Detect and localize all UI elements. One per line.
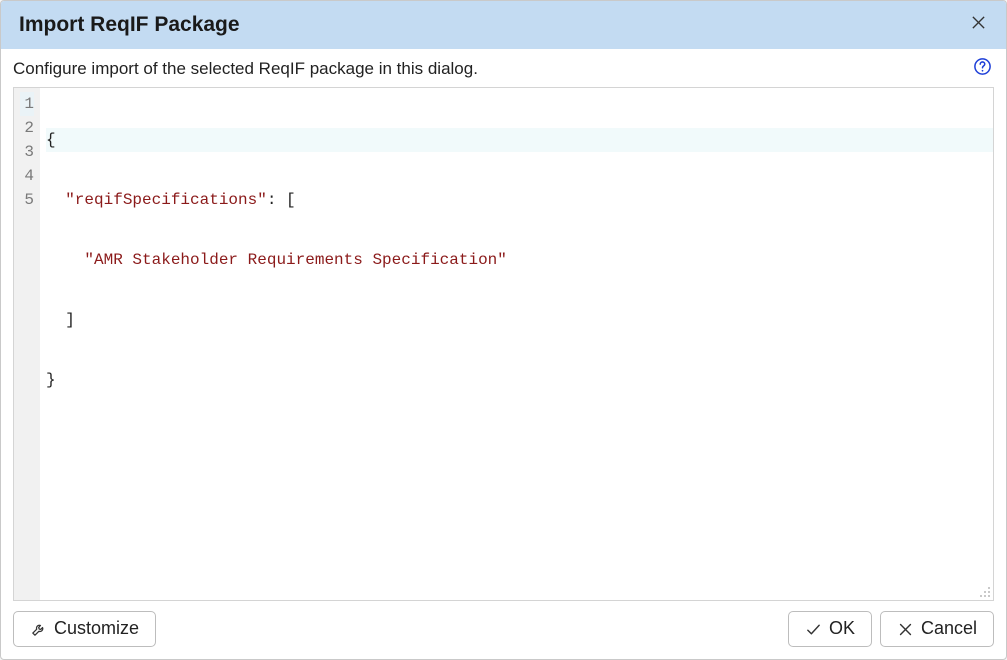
line-number: 1 xyxy=(20,92,34,116)
help-button[interactable] xyxy=(972,59,992,79)
line-number: 2 xyxy=(20,116,34,140)
wrench-icon xyxy=(30,621,47,638)
code-line: { xyxy=(46,128,993,152)
code-line: "AMR Stakeholder Requirements Specificat… xyxy=(46,248,993,272)
x-icon xyxy=(897,621,914,638)
ok-button[interactable]: OK xyxy=(788,611,872,647)
editor-content[interactable]: { "reqifSpecifications": [ "AMR Stakehol… xyxy=(40,88,993,600)
code-line: ] xyxy=(46,308,993,332)
dialog-footer: Customize OK Cancel xyxy=(1,601,1006,659)
line-number: 3 xyxy=(20,140,34,164)
check-icon xyxy=(805,621,822,638)
import-reqif-dialog: Import ReqIF Package Configure import of… xyxy=(0,0,1007,660)
customize-button[interactable]: Customize xyxy=(13,611,156,647)
description-bar: Configure import of the selected ReqIF p… xyxy=(1,49,1006,87)
ok-button-label: OK xyxy=(829,618,855,640)
close-icon xyxy=(971,15,986,35)
code-line: } xyxy=(46,368,993,392)
resize-grip-icon xyxy=(977,585,991,602)
cancel-button-label: Cancel xyxy=(921,618,977,640)
titlebar: Import ReqIF Package xyxy=(1,1,1006,49)
line-number: 4 xyxy=(20,164,34,188)
dialog-title: Import ReqIF Package xyxy=(19,13,240,37)
close-button[interactable] xyxy=(964,11,992,39)
help-icon xyxy=(973,57,992,81)
dialog-description: Configure import of the selected ReqIF p… xyxy=(13,59,478,79)
json-editor[interactable]: 1 2 3 4 5 { "reqifSpecifications": [ "AM… xyxy=(13,87,994,601)
code-line: "reqifSpecifications": [ xyxy=(46,188,993,212)
customize-button-label: Customize xyxy=(54,618,139,640)
line-number: 5 xyxy=(20,188,34,212)
resize-grip[interactable] xyxy=(977,584,991,598)
editor-gutter: 1 2 3 4 5 xyxy=(14,88,40,600)
cancel-button[interactable]: Cancel xyxy=(880,611,994,647)
